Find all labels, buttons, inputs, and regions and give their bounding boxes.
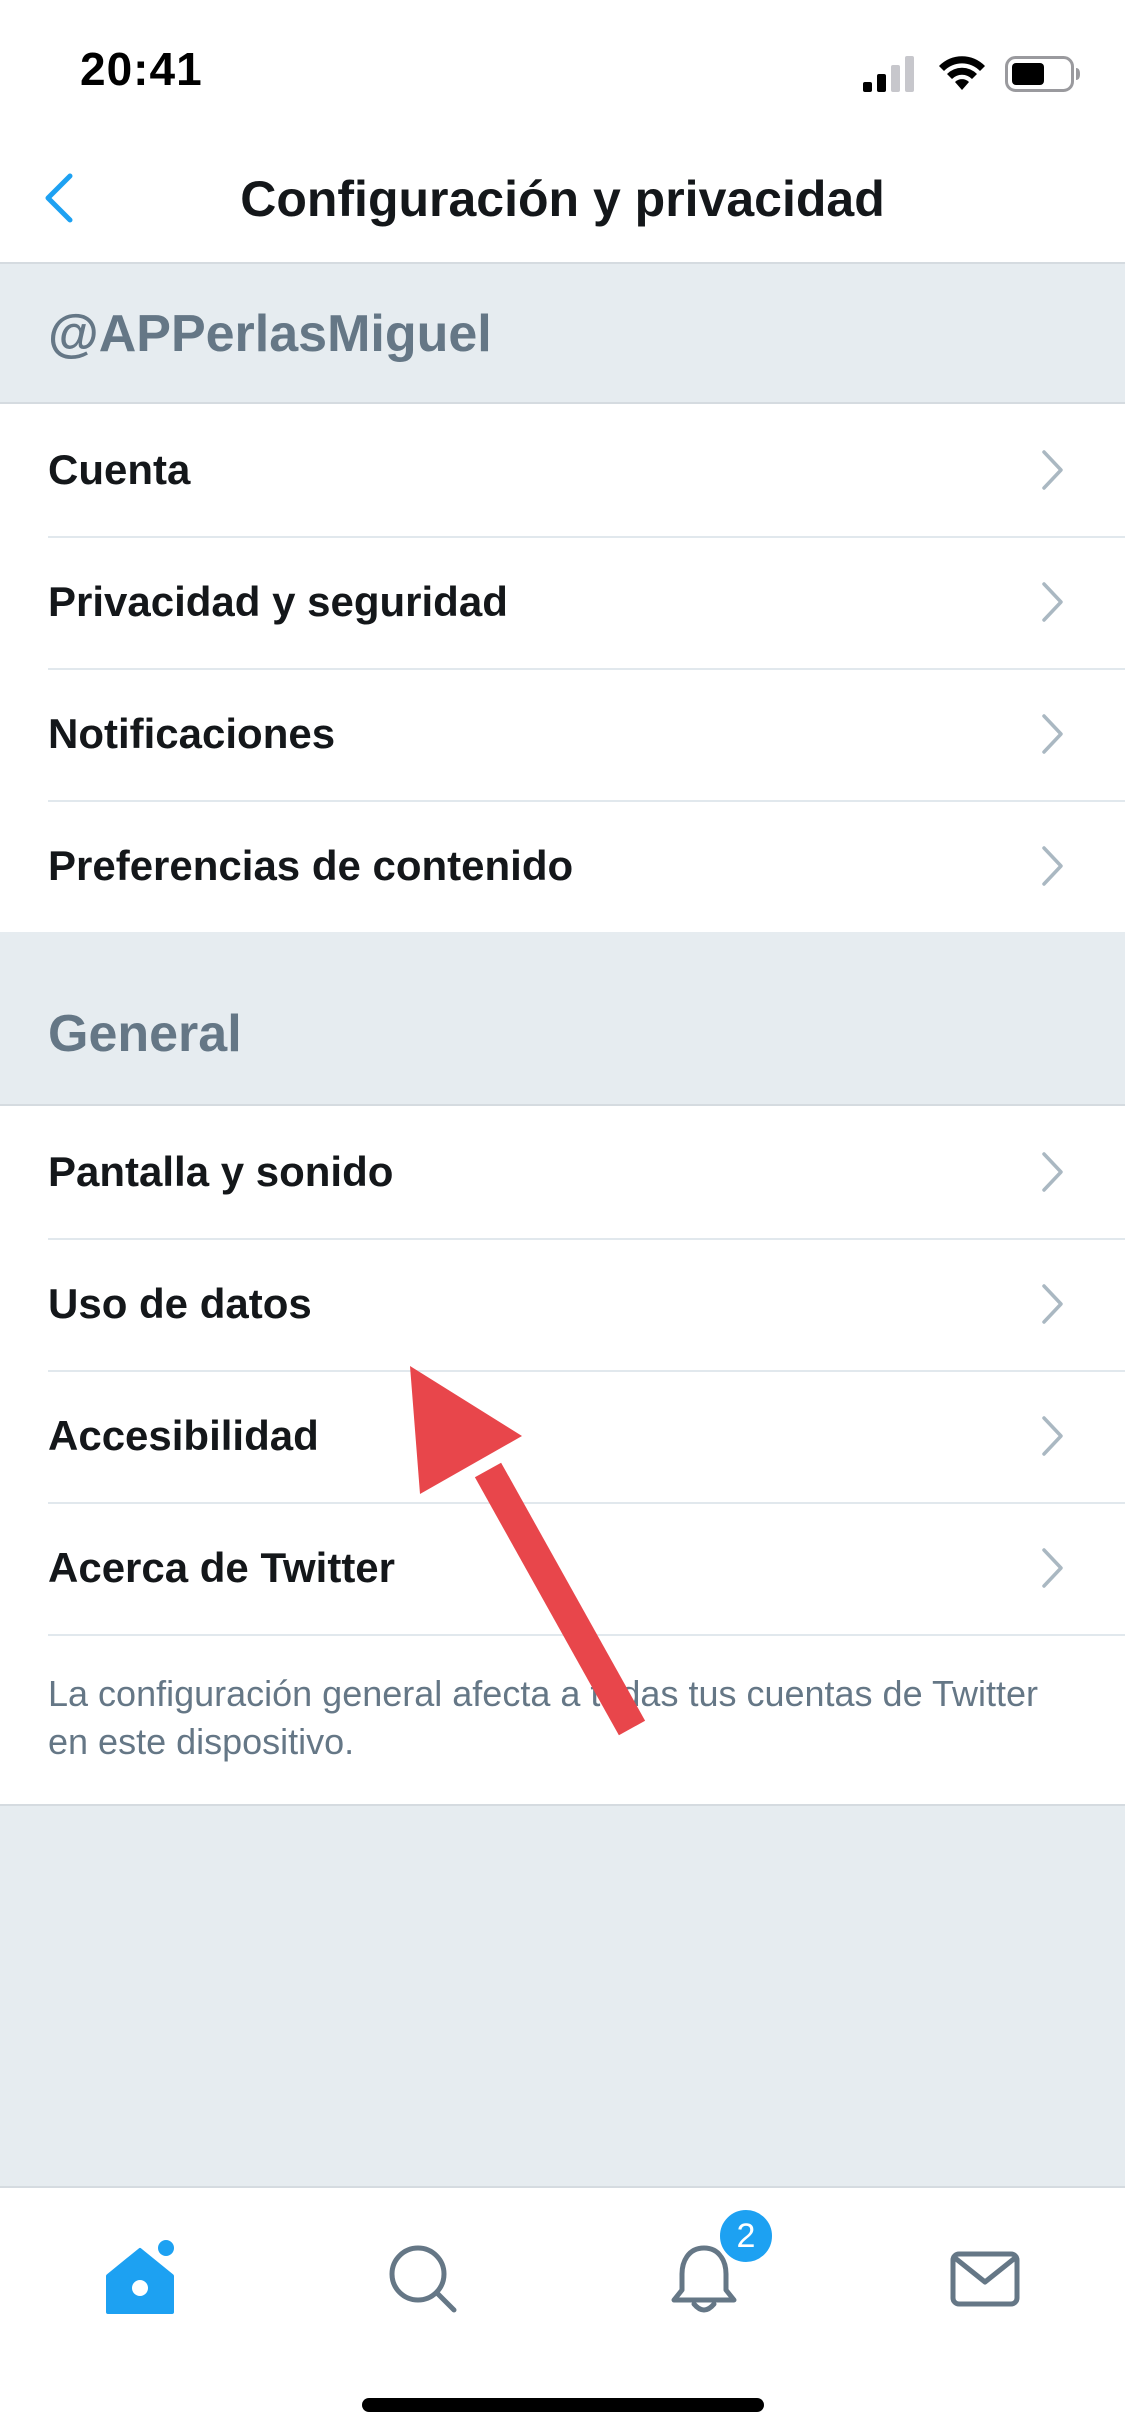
general-section-title: General <box>48 1005 242 1063</box>
chevron-right-icon <box>1042 450 1063 490</box>
settings-item-label: Pantalla y sonido <box>48 1148 394 1195</box>
navigation-bar: Configuración y privacidad <box>0 132 1125 264</box>
settings-item-cuenta[interactable]: Cuenta <box>0 404 1125 536</box>
settings-item-label: Acerca de Twitter <box>48 1544 396 1591</box>
settings-screen: 20:41 Configuración y privacidad @APPerl… <box>0 0 1125 2436</box>
chevron-right-icon <box>1042 846 1063 886</box>
settings-item-notificaciones[interactable]: Notificaciones <box>0 668 1125 800</box>
general-settings-footnote: La configuración general afecta a todas … <box>48 1634 1125 1804</box>
settings-item-uso-de-datos[interactable]: Uso de datos <box>0 1238 1125 1370</box>
settings-item-label: Preferencias de contenido <box>48 842 574 889</box>
settings-item-label: Notificaciones <box>48 710 336 757</box>
chevron-right-icon <box>1042 714 1063 754</box>
settings-item-preferencias[interactable]: Preferencias de contenido <box>0 800 1125 932</box>
account-section-header: @APPerlasMiguel <box>0 264 1125 404</box>
general-settings-group: Pantalla y sonido Uso de datos Accesibil… <box>0 1104 1125 1806</box>
settings-item-acerca-de-twitter[interactable]: Acerca de Twitter <box>0 1502 1125 1634</box>
account-settings-group: Cuenta Privacidad y seguridad Notificaci… <box>0 402 1125 934</box>
home-indicator[interactable] <box>362 2398 764 2412</box>
account-handle: @APPerlasMiguel <box>48 305 492 363</box>
general-section-header: General <box>0 932 1125 1104</box>
wifi-icon <box>939 56 985 90</box>
status-time: 20:41 <box>80 43 203 95</box>
notifications-badge: 2 <box>716 2206 776 2266</box>
mail-icon[interactable] <box>945 2238 1025 2318</box>
chevron-right-icon <box>1042 1416 1063 1456</box>
status-bar: 20:41 <box>0 0 1125 132</box>
status-icons <box>863 48 1081 92</box>
battery-icon <box>1005 56 1080 92</box>
settings-item-label: Accesibilidad <box>48 1412 319 1459</box>
page-title: Configuración y privacidad <box>240 171 885 227</box>
settings-item-label: Privacidad y seguridad <box>48 578 508 625</box>
settings-item-pantalla-y-sonido[interactable]: Pantalla y sonido <box>0 1106 1125 1238</box>
settings-item-privacidad[interactable]: Privacidad y seguridad <box>0 536 1125 668</box>
chevron-right-icon <box>1042 1548 1063 1588</box>
cellular-signal-icon <box>863 56 914 92</box>
chevron-right-icon <box>1042 1152 1063 1192</box>
settings-item-label: Uso de datos <box>48 1280 312 1327</box>
settings-item-label: Cuenta <box>48 446 191 493</box>
chevron-right-icon <box>1042 1284 1063 1324</box>
settings-item-accesibilidad[interactable]: Accesibilidad <box>0 1370 1125 1502</box>
search-icon[interactable] <box>382 2238 462 2318</box>
home-icon[interactable] <box>100 2238 180 2318</box>
chevron-right-icon <box>1042 582 1063 622</box>
